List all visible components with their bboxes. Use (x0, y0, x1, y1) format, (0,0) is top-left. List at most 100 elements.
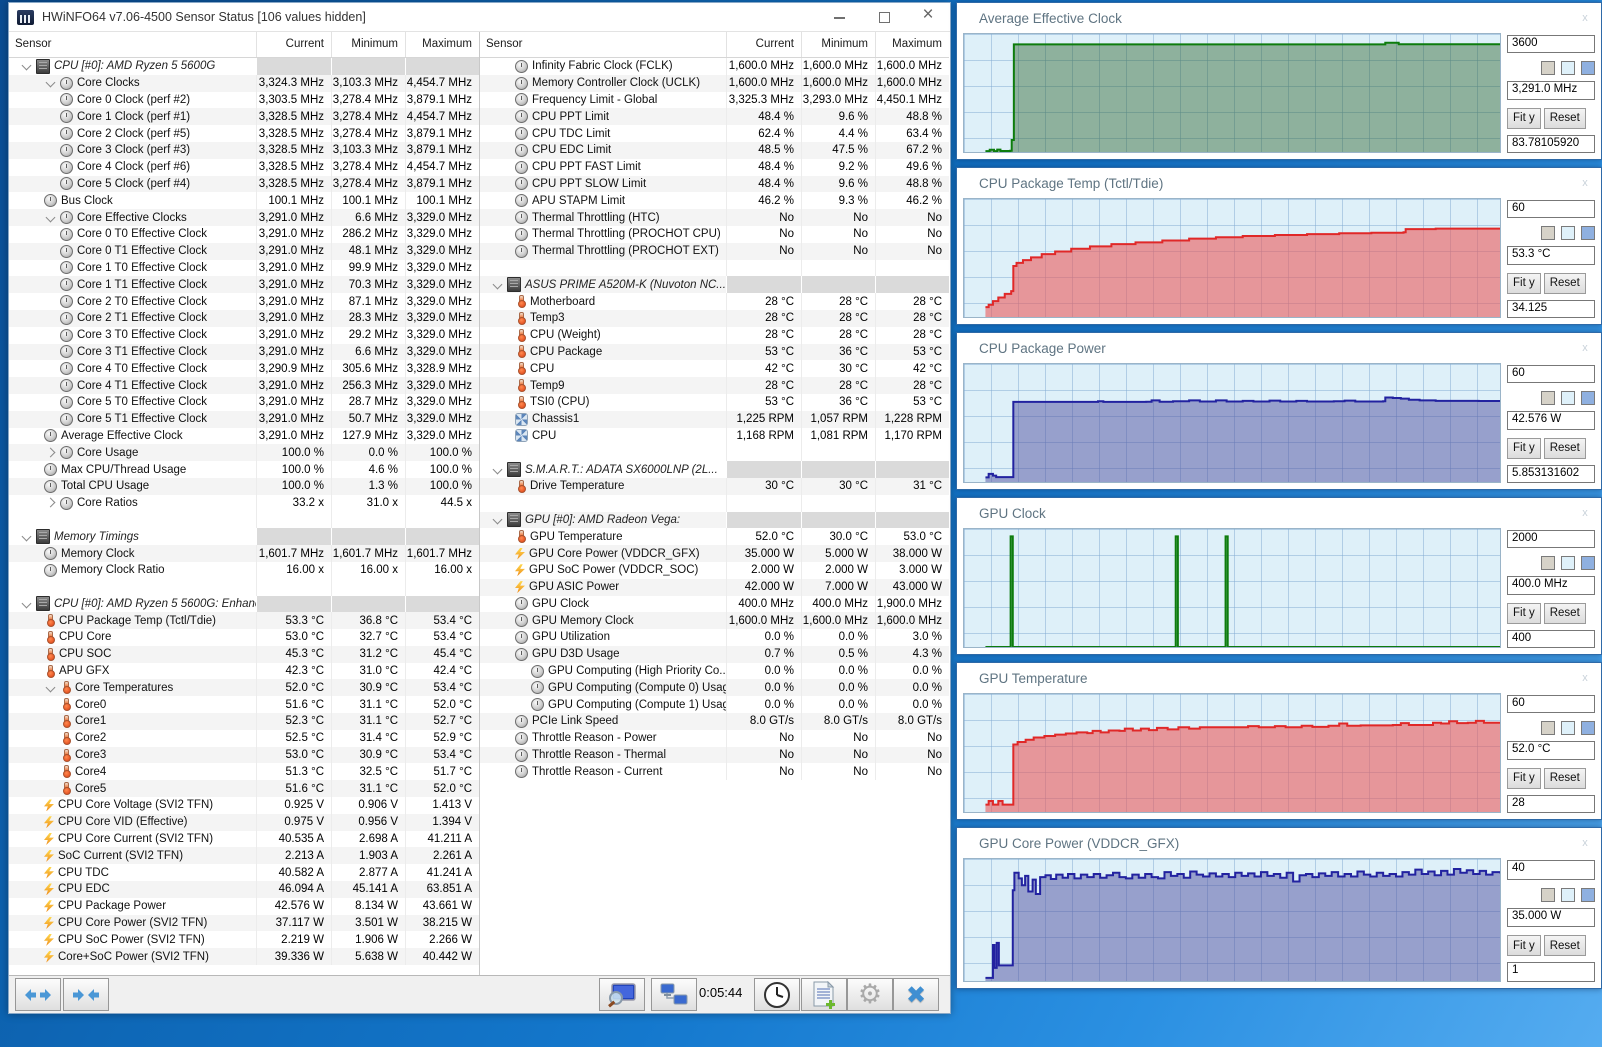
sensor-row[interactable]: Core 0 T0 Effective Clock 3,291.0 MHz 286.… (9, 225, 479, 243)
sensor-row[interactable]: Temp9 28 °C 28 °C 28 °C (480, 377, 949, 394)
graph-close-icon[interactable]: x (1575, 672, 1595, 684)
sensor-row[interactable]: Infinity Fabric Clock (FCLK) 1,600.0 MHz 1… (480, 58, 949, 75)
y-min-input[interactable]: 34.125 (1507, 299, 1595, 318)
sensor-row[interactable]: CPU TDC Limit 62.4 % 4.4 % 63.4 % (480, 125, 949, 142)
fit-y-button[interactable]: Fit y (1507, 107, 1541, 129)
sensor-row[interactable]: CPU SOC 45.3 °C 31.2 °C 45.4 °C (9, 645, 479, 663)
sensor-row[interactable]: Core3 53.0 °C 30.9 °C 53.4 °C (9, 746, 479, 764)
reset-button[interactable]: Reset (1543, 767, 1586, 789)
graph-close-icon[interactable]: x (1575, 507, 1595, 519)
y-max-input[interactable]: 60 (1507, 200, 1595, 219)
sensor-row[interactable]: Core 2 Clock (perf #5) 3,328.5 MHz 3,278.4… (9, 125, 479, 142)
sensor-row[interactable]: Core 2 T1 Effective Clock 3,291.0 MHz 28.3… (9, 309, 479, 327)
y-min-input[interactable]: 83.78105920 (1507, 134, 1595, 153)
color-swatch-line[interactable] (1541, 391, 1555, 406)
section-header-row[interactable]: CPU [#0]: AMD Ryzen 5 5600G: Enhanced (9, 595, 479, 613)
reset-button[interactable]: Reset (1543, 107, 1586, 129)
sensor-row[interactable]: Thermal Throttling (HTC) No No No (480, 209, 949, 226)
fit-y-button[interactable]: Fit y (1507, 272, 1541, 294)
fit-y-button[interactable]: Fit y (1507, 437, 1541, 459)
sensor-row[interactable]: GPU Computing (High Priority Co... 0.0 % 0… (480, 662, 949, 680)
fit-y-button[interactable]: Fit y (1507, 935, 1541, 957)
color-swatch-grid[interactable] (1581, 721, 1595, 736)
sensor-row[interactable]: GPU Memory Clock 1,600.0 MHz 1,600.0 MHz 1,… (480, 612, 949, 630)
graph-close-icon[interactable]: x (1575, 12, 1595, 24)
fit-y-button[interactable]: Fit y (1507, 602, 1541, 624)
y-min-input[interactable]: 28 (1507, 794, 1595, 813)
expand-columns-button[interactable] (15, 978, 61, 1011)
section-header-row[interactable]: ASUS PRIME A520M-K (Nuvoton NC... (480, 276, 949, 294)
color-swatch-line[interactable] (1541, 721, 1555, 736)
sensor-row[interactable]: CPU Core Voltage (SVI2 TFN) 0.925 V 0.906 … (9, 797, 479, 814)
sensor-row[interactable]: GPU ASIC Power 42.000 W 7.000 W 43.000 W (480, 578, 949, 596)
y-max-input[interactable]: 60 (1507, 365, 1595, 384)
sensor-row[interactable]: Motherboard 28 °C 28 °C 28 °C (480, 293, 949, 310)
graph-title-bar[interactable]: CPU Package Temp (Tctl/Tdie) x (957, 168, 1601, 198)
sensor-row[interactable]: TSI0 (CPU) 53 °C 36 °C 53 °C (480, 393, 949, 411)
sensor-row[interactable]: Core 1 T0 Effective Clock 3,291.0 MHz 99.9… (9, 259, 479, 277)
graph-title-bar[interactable]: GPU Clock x (957, 498, 1601, 528)
graph-title-bar[interactable]: Average Effective Clock x (957, 3, 1601, 33)
sensor-row[interactable]: Core 1 Clock (perf #1) 3,328.5 MHz 3,278.4… (9, 108, 479, 126)
sensor-row[interactable]: CPU SoC Power (SVI2 TFN) 2.219 W 1.906 W 2.… (9, 931, 479, 949)
sensor-row[interactable]: Thermal Throttling (PROCHOT EXT) No No No (480, 242, 949, 260)
sensor-row[interactable]: Core Usage 100.0 % 0.0 % 100.0 % (9, 444, 479, 462)
reset-button[interactable]: Reset (1543, 602, 1586, 624)
sensor-row[interactable]: GPU D3D Usage 0.7 % 0.5 % 4.3 % (480, 645, 949, 663)
sensor-row[interactable]: Temp3 28 °C 28 °C 28 °C (480, 309, 949, 327)
sensor-row[interactable]: Throttle Reason - Power No No No (480, 729, 949, 747)
sensor-row[interactable]: Drive Temperature 30 °C 30 °C 31 °C (480, 477, 949, 495)
reset-button[interactable]: Reset (1543, 272, 1586, 294)
sensor-row[interactable]: GPU Computing (Compute 0) Usage 0.0 % 0.0 … (480, 679, 949, 697)
color-swatch-grid[interactable] (1581, 556, 1595, 571)
column-header-current[interactable]: Current (256, 32, 331, 57)
sensor-row[interactable]: PCIe Link Speed 8.0 GT/s 8.0 GT/s 8.0 GT/s (480, 713, 949, 730)
color-swatch-grid[interactable] (1581, 61, 1595, 76)
sensor-row[interactable]: Core 2 T0 Effective Clock 3,291.0 MHz 87.1… (9, 293, 479, 310)
sensor-row[interactable]: Core 4 T0 Effective Clock 3,290.9 MHz 305.… (9, 360, 479, 378)
sensor-row[interactable]: CPU TDC 40.582 A 2.877 A 41.241 A (9, 864, 479, 882)
sensor-row[interactable]: CPU Core 53.0 °C 32.7 °C 53.4 °C (9, 629, 479, 646)
sensor-row[interactable]: CPU PPT Limit 48.4 % 9.6 % 48.8 % (480, 108, 949, 126)
title-bar[interactable]: HWiNFO64 v7.06-4500 Sensor Status [106 v… (9, 3, 950, 32)
color-swatch-background[interactable] (1561, 391, 1575, 406)
color-swatch-grid[interactable] (1581, 391, 1595, 406)
sensor-row[interactable]: Core 0 Clock (perf #2) 3,303.5 MHz 3,278.4… (9, 91, 479, 109)
color-swatch-grid[interactable] (1581, 887, 1595, 902)
sensor-row[interactable]: CPU Core VID (Effective) 0.975 V 0.956 V 1.… (9, 813, 479, 831)
sensor-row[interactable]: GPU Temperature 52.0 °C 30.0 °C 53.0 °C (480, 528, 949, 546)
sensor-row[interactable]: GPU Computing (Compute 1) Usage 0.0 % 0.0 … (480, 696, 949, 714)
section-header-row[interactable]: Memory Timings (9, 528, 479, 546)
color-swatch-line[interactable] (1541, 61, 1555, 76)
graph-title-bar[interactable]: CPU Package Power x (957, 333, 1601, 363)
graph-close-icon[interactable]: x (1575, 837, 1595, 849)
sensor-row[interactable]: Memory Clock 1,601.7 MHz 1,601.7 MHz 1,601.… (9, 545, 479, 562)
sensor-row[interactable]: Total CPU Usage 100.0 % 1.3 % 100.0 % (9, 477, 479, 495)
sensor-row[interactable]: GPU SoC Power (VDDCR_SOC) 2.000 W 2.000 W3… (480, 561, 949, 579)
sensor-row[interactable]: Frequency Limit - Global 3,325.3 MHz 3,293… (480, 91, 949, 109)
reset-button[interactable]: Reset (1543, 437, 1586, 459)
y-max-input[interactable]: 3600 (1507, 35, 1595, 54)
sensor-row[interactable]: GPU Core Power (VDDCR_GFX) 35.000 W 5.000 … (480, 545, 949, 562)
sensor-row[interactable]: Max CPU/Thread Usage 100.0 % 4.6 % 100.0 % (9, 461, 479, 478)
section-header-row[interactable]: CPU [#0]: AMD Ryzen 5 5600G (9, 58, 479, 75)
sensor-row[interactable]: Core 4 Clock (perf #6) 3,328.5 MHz 3,278.4… (9, 158, 479, 176)
sensor-row[interactable]: Core 3 Clock (perf #3) 3,328.5 MHz 3,103.3… (9, 141, 479, 159)
color-swatch-background[interactable] (1561, 556, 1575, 571)
column-header-sensor[interactable]: Sensor (480, 32, 726, 57)
graph-title-bar[interactable]: GPU Temperature x (957, 663, 1601, 693)
close-sensors-button[interactable]: ✖ (893, 978, 939, 1011)
sensor-row[interactable]: CPU EDC 46.094 A 45.141 A 63.851 A (9, 881, 479, 898)
color-swatch-line[interactable] (1541, 226, 1555, 241)
sensor-row[interactable]: CPU PPT FAST Limit 48.4 % 9.2 % 49.6 % (480, 158, 949, 176)
sensor-row[interactable]: CPU Core Current (SVI2 TFN) 40.535 A 2.698… (9, 830, 479, 848)
sensor-row[interactable]: Core1 52.3 °C 31.1 °C 52.7 °C (9, 713, 479, 730)
sensor-row[interactable]: CPU Core Power (SVI2 TFN) 37.117 W 3.501 W… (9, 914, 479, 932)
minimize-icon[interactable] (818, 3, 862, 31)
sensor-row[interactable]: CPU 1,168 RPM 1,081 RPM 1,170 RPM (480, 427, 949, 445)
settings-button[interactable]: ⚙ (847, 978, 893, 1011)
sensor-row[interactable]: Core Temperatures 52.0 °C 30.9 °C 53.4 °C (9, 679, 479, 697)
color-swatch-background[interactable] (1561, 887, 1575, 902)
graph-close-icon[interactable]: x (1575, 342, 1595, 354)
sensor-row[interactable]: Bus Clock 100.1 MHz 100.1 MHz 100.1 MHz (9, 192, 479, 210)
